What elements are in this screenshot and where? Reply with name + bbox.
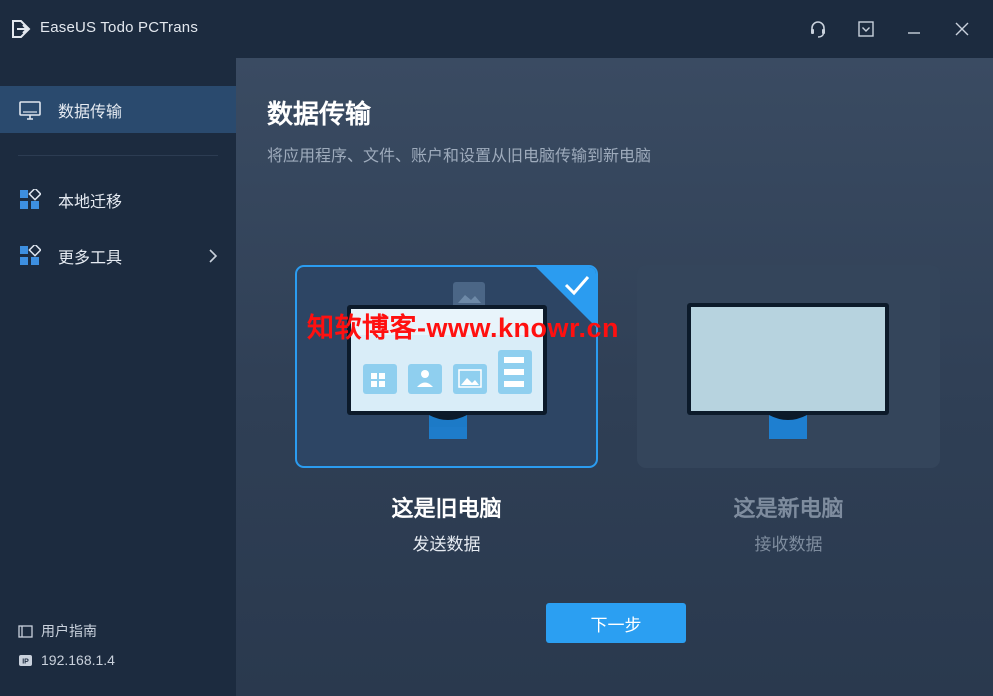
main-panel: 数据传输 将应用程序、文件、账户和设置从旧电脑传输到新电脑 这是旧电脑 发送数据… — [236, 58, 993, 696]
title-bar: EaseUS Todo PCTrans — [0, 0, 993, 58]
sidebar-item-label: 数据传输 — [58, 101, 123, 121]
sidebar: 数据传输 本地迁移 更多工具 用户指南 IP 192.168.1.4 — [0, 58, 236, 696]
support-button[interactable] — [806, 17, 830, 41]
new-pc-title: 这是新电脑 — [733, 497, 844, 522]
watermark-text: 知软博客-www.knowr.cn — [307, 313, 620, 343]
ip-icon: IP — [19, 654, 32, 666]
page-subtitle: 将应用程序、文件、账户和设置从旧电脑传输到新电脑 — [267, 146, 652, 165]
user-guide-label: 用户指南 — [41, 623, 97, 639]
sidebar-item-more-tools[interactable]: 更多工具 — [0, 232, 236, 279]
sidebar-item-data-transfer[interactable]: 数据传输 — [0, 86, 236, 133]
pctrans-logo-icon — [12, 20, 31, 38]
app-title: EaseUS Todo PCTrans — [40, 19, 199, 36]
close-button[interactable] — [950, 17, 974, 41]
menu-dropdown-icon — [858, 21, 874, 37]
close-icon — [955, 22, 969, 36]
user-guide-link[interactable]: 用户指南 — [18, 621, 97, 641]
apps-grid-icon — [20, 188, 41, 209]
sidebar-item-local-migration[interactable]: 本地迁移 — [0, 176, 236, 223]
svg-text:IP: IP — [22, 658, 29, 665]
support-headset-icon — [811, 21, 825, 38]
ip-address-label: 192.168.1.4 — [41, 652, 115, 668]
sidebar-item-label: 本地迁移 — [58, 191, 123, 211]
ip-address: IP 192.168.1.4 — [18, 652, 115, 668]
old-pc-subtitle: 发送数据 — [412, 535, 481, 555]
new-pc-subtitle: 接收数据 — [754, 535, 823, 555]
old-pc-card[interactable] — [295, 265, 598, 468]
sidebar-item-label: 更多工具 — [58, 247, 123, 267]
minimize-button[interactable] — [902, 17, 926, 41]
old-pc-title: 这是旧电脑 — [391, 497, 502, 522]
menu-button[interactable] — [854, 17, 878, 41]
chevron-right-icon — [209, 248, 218, 263]
minimize-icon — [908, 32, 920, 34]
book-icon — [18, 624, 33, 638]
monitor-icon — [19, 100, 41, 120]
apps-grid-icon — [20, 244, 41, 265]
page-title: 数据传输 — [267, 100, 372, 130]
next-button[interactable]: 下一步 — [546, 603, 686, 643]
new-pc-card[interactable] — [637, 265, 940, 468]
new-pc-illustration — [687, 303, 889, 439]
sidebar-divider — [18, 155, 218, 156]
